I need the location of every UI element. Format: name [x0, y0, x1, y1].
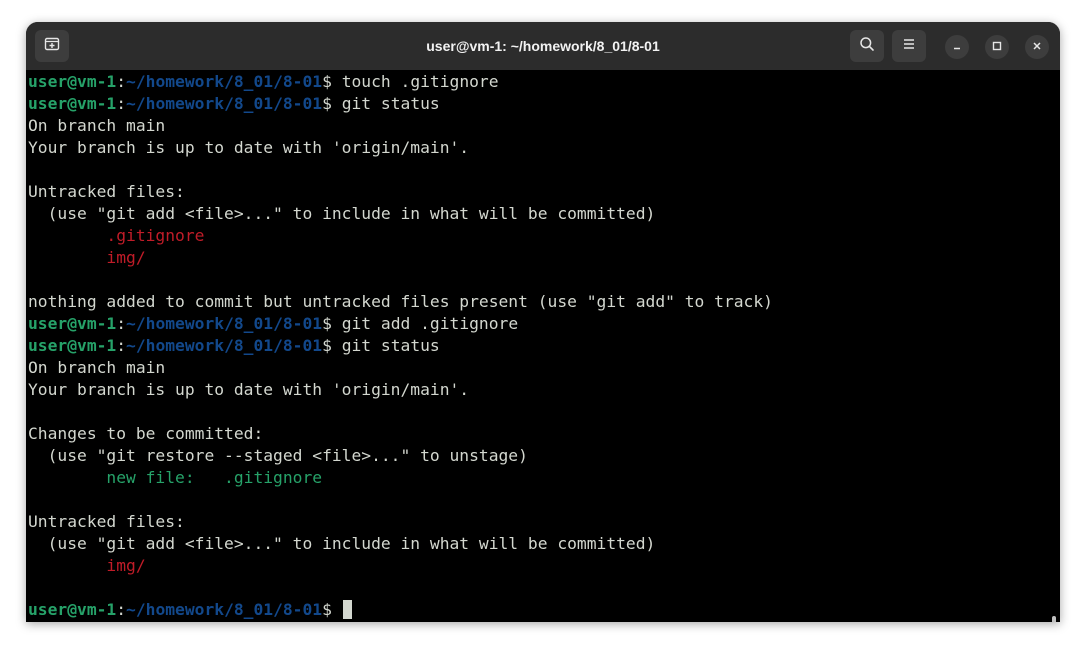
terminal-line: Your branch is up to date with 'origin/m…	[28, 379, 773, 401]
prompt-user: user@vm-1	[28, 72, 117, 91]
terminal-line: user@vm-1:~/homework/8_01/8-01$ git stat…	[28, 335, 773, 357]
terminal-line: img/	[28, 247, 773, 269]
prompt-separator: :	[116, 72, 127, 91]
untracked-file: img/	[28, 556, 146, 575]
terminal-line: img/	[28, 555, 773, 577]
terminal-lines: user@vm-1:~/homework/8_01/8-01$ touch .g…	[28, 71, 773, 621]
prompt-dollar: $	[322, 336, 342, 355]
prompt-dollar: $	[322, 72, 342, 91]
command-text: git status	[341, 336, 440, 355]
search-icon	[859, 36, 875, 57]
output-text: Untracked files:	[28, 512, 185, 531]
prompt-user: user@vm-1	[28, 336, 117, 355]
minimize-button[interactable]	[945, 35, 969, 59]
command-text: git add .gitignore	[341, 314, 519, 333]
output-text: (use "git restore --staged <file>..." to…	[28, 446, 528, 465]
minimize-icon	[952, 38, 962, 56]
output-text: Your branch is up to date with 'origin/m…	[28, 138, 470, 157]
terminal-line: user@vm-1:~/homework/8_01/8-01$ git add …	[28, 313, 773, 335]
output-text: nothing added to commit but untracked fi…	[28, 292, 773, 311]
prompt-separator: :	[116, 94, 127, 113]
untracked-file: img/	[28, 248, 146, 267]
untracked-file: .gitignore	[28, 226, 205, 245]
search-button[interactable]	[850, 30, 884, 62]
prompt-separator: :	[116, 336, 127, 355]
prompt-path: ~/homework/8_01/8-01	[126, 314, 323, 333]
staged-file: new file: .gitignore	[28, 468, 323, 487]
hamburger-menu-icon	[902, 37, 916, 56]
terminal-scrollbar[interactable]	[1052, 616, 1056, 622]
output-text: (use "git add <file>..." to include in w…	[28, 534, 656, 553]
terminal-line: nothing added to commit but untracked fi…	[28, 291, 773, 313]
terminal-line: Untracked files:	[28, 181, 773, 203]
prompt-user: user@vm-1	[28, 94, 117, 113]
close-icon	[1032, 38, 1042, 56]
close-button[interactable]	[1025, 35, 1049, 59]
terminal-line: (use "git add <file>..." to include in w…	[28, 533, 773, 555]
terminal-line: Changes to be committed:	[28, 423, 773, 445]
prompt-path: ~/homework/8_01/8-01	[126, 94, 323, 113]
terminal-line: (use "git restore --staged <file>..." to…	[28, 445, 773, 467]
menu-button[interactable]	[892, 30, 926, 62]
terminal-line: (use "git add <file>..." to include in w…	[28, 203, 773, 225]
prompt-path: ~/homework/8_01/8-01	[126, 600, 323, 619]
prompt-user: user@vm-1	[28, 314, 117, 333]
terminal-line: user@vm-1:~/homework/8_01/8-01$ touch .g…	[28, 71, 773, 93]
output-text: Untracked files:	[28, 182, 185, 201]
prompt-dollar: $	[322, 94, 342, 113]
prompt-dollar: $	[322, 600, 342, 619]
prompt-separator: :	[116, 600, 127, 619]
terminal-line: .gitignore	[28, 225, 773, 247]
command-text: git status	[341, 94, 440, 113]
prompt-path: ~/homework/8_01/8-01	[126, 336, 323, 355]
text-cursor	[342, 600, 352, 619]
terminal-line: user@vm-1:~/homework/8_01/8-01$	[28, 599, 773, 621]
output-text: On branch main	[28, 358, 166, 377]
prompt-dollar: $	[322, 314, 342, 333]
prompt-user: user@vm-1	[28, 600, 117, 619]
terminal-line: Your branch is up to date with 'origin/m…	[28, 137, 773, 159]
maximize-icon	[992, 38, 1002, 56]
output-text: Changes to be committed:	[28, 424, 264, 443]
terminal-line: On branch main	[28, 357, 773, 379]
command-text: touch .gitignore	[341, 72, 499, 91]
prompt-separator: :	[116, 314, 127, 333]
terminal-window: user@vm-1: ~/homework/8_01/8-01 user@vm-…	[26, 22, 1060, 622]
title-bar: user@vm-1: ~/homework/8_01/8-01	[26, 22, 1060, 70]
terminal-line: On branch main	[28, 115, 773, 137]
terminal-line: user@vm-1:~/homework/8_01/8-01$ git stat…	[28, 93, 773, 115]
terminal-line: new file: .gitignore	[28, 467, 773, 489]
terminal-output-area[interactable]: user@vm-1:~/homework/8_01/8-01$ touch .g…	[26, 70, 1060, 622]
prompt-path: ~/homework/8_01/8-01	[126, 72, 323, 91]
terminal-line: Untracked files:	[28, 511, 773, 533]
output-text: Your branch is up to date with 'origin/m…	[28, 380, 470, 399]
output-text: (use "git add <file>..." to include in w…	[28, 204, 656, 223]
output-text: On branch main	[28, 116, 166, 135]
maximize-button[interactable]	[985, 35, 1009, 59]
